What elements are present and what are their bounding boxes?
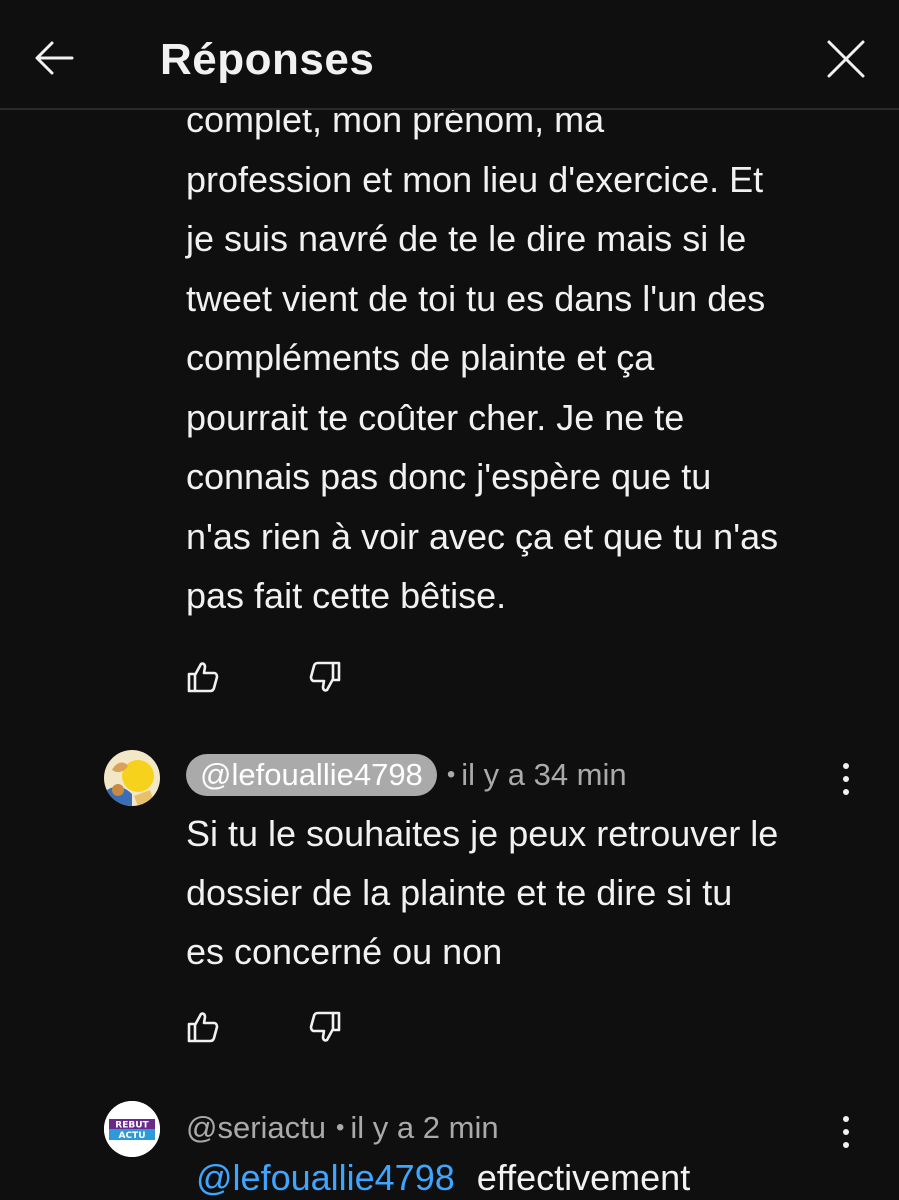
comment-line: tweet vient de toi tu es dans l'un des [186, 277, 766, 319]
mention-link[interactable]: @lefouallie4798 [196, 1157, 455, 1198]
kebab-dot [843, 789, 849, 795]
comment-line: Si tu le souhaites je peux retrouver le [186, 813, 779, 854]
arrow-left-icon [35, 41, 74, 75]
author-handle-chip[interactable]: @lefouallie4798 [186, 754, 437, 796]
comment-line: compléments de plainte et ça [186, 337, 655, 378]
comment-actions [186, 1010, 386, 1050]
comment-line: pourrait te coûter cher. Je ne te [186, 396, 685, 438]
kebab-dot [843, 1129, 849, 1135]
comment-text: @lefouallie4798 effectivement [186, 1148, 876, 1200]
comment-text: complet, mon prénom, ma profession et mo… [186, 110, 866, 626]
dislike-button[interactable] [308, 1010, 344, 1046]
kebab-dot [843, 763, 849, 769]
thumbs-down-icon [309, 1011, 341, 1042]
like-button[interactable] [186, 1010, 222, 1046]
kebab-dot [843, 1116, 849, 1122]
comment-line: n'as rien à voir avec ça et que tu n'as [186, 515, 779, 557]
meta-separator: • [336, 1114, 345, 1141]
comment-meta: @seriactu • il y a 2 min [186, 1105, 499, 1151]
comment-actions [186, 660, 386, 700]
kebab-dot [843, 776, 849, 782]
comment-time: il y a 2 min [350, 1110, 499, 1145]
user-avatar-image [104, 750, 160, 806]
comment-text-fragment: effectivement [476, 1157, 691, 1198]
comment-meta: @lefouallie4798 • il y a 34 min [186, 752, 627, 798]
close-icon [827, 40, 865, 78]
comment-line: es concerné ou non [186, 931, 503, 972]
comment-line: je suis navré de te le dire mais si le [186, 218, 747, 259]
channel-logo: REBUT ACTU [104, 1101, 160, 1157]
avatar[interactable] [104, 750, 160, 806]
page-title: Réponses [160, 35, 375, 84]
comment-time: il y a 34 min [461, 757, 627, 792]
like-button[interactable] [186, 660, 222, 696]
comment-text: Si tu le souhaites je peux retrouver le … [186, 804, 876, 981]
comment-line: complet, mon prénom, ma [186, 110, 605, 140]
thumbs-down-icon [309, 661, 341, 692]
comment-line: profession et mon lieu d'exercice. Et [186, 158, 764, 200]
author-handle[interactable]: @seriactu [186, 1107, 326, 1149]
logo-text-bottom: ACTU [118, 1131, 145, 1141]
dislike-button[interactable] [308, 660, 344, 696]
replies-header: Réponses [0, 0, 899, 110]
close-button[interactable] [820, 33, 872, 85]
back-button[interactable] [28, 32, 80, 84]
comment-line: dossier de la plainte et te dire si tu [186, 872, 733, 913]
logo-text-top: REBUT [115, 1121, 149, 1131]
more-options-button[interactable] [830, 756, 862, 802]
comment-line: pas fait cette bêtise. [186, 575, 507, 616]
avatar[interactable]: REBUT ACTU [104, 1101, 160, 1157]
meta-separator: • [446, 761, 456, 788]
replies-list[interactable]: complet, mon prénom, ma profession et mo… [0, 110, 899, 1200]
thumbs-up-icon [187, 662, 219, 693]
thumbs-up-icon [187, 1012, 219, 1043]
comment-line: connais pas donc j'espère que tu [186, 456, 712, 497]
comment-line: @lefouallie4798 effectivement [186, 1148, 876, 1200]
